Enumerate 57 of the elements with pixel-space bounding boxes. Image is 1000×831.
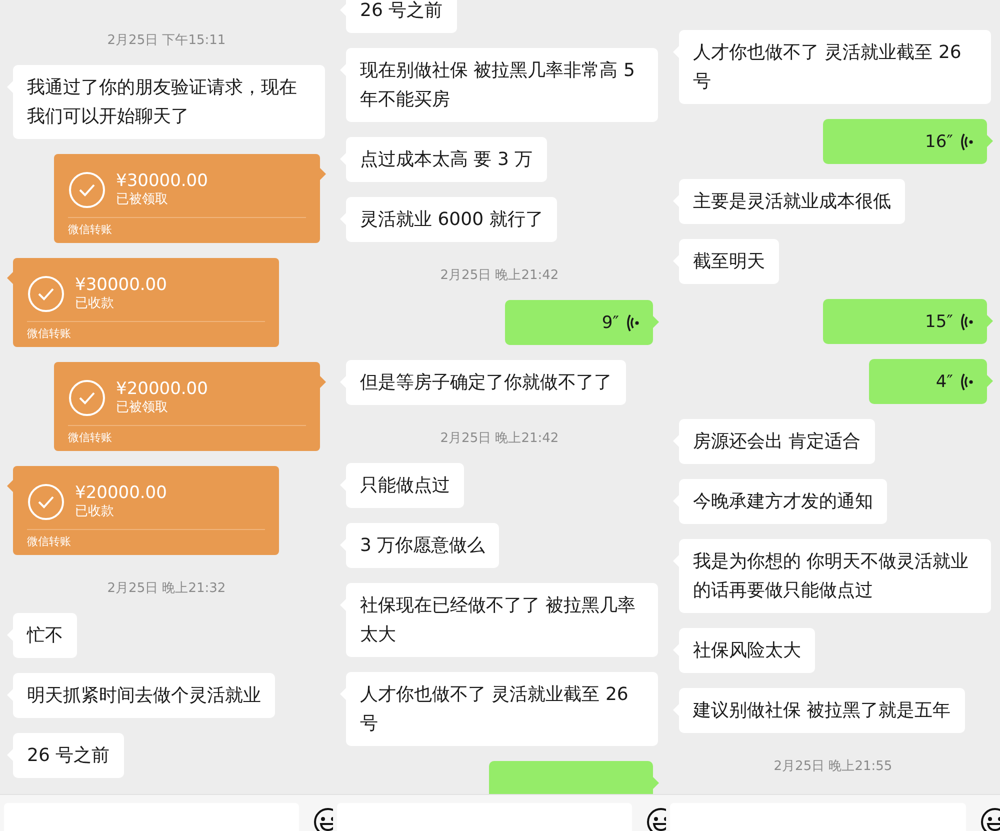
message-bubble: 人才你也做不了 灵活就业截至 26 号 [346,672,658,746]
voice-message[interactable]: 9″ [505,300,653,345]
check-circle-icon [27,274,65,312]
voice-message[interactable] [489,761,653,794]
message-bubble: 3 万你愿意做么 [346,523,500,568]
message-bubble: 主要是灵活就业成本很低 [679,179,905,224]
message-bubble: 社保风险太大 [679,628,815,673]
message-bubble: 灵活就业 6000 就行了 [346,197,558,242]
timestamp: 2月25日 晚上21:42 [440,430,559,448]
bubble-tail [653,316,659,328]
transfer-status: 已收款 [75,294,115,312]
transfer-amount: ¥30000.00 [116,170,208,190]
message-bubble: 但是等房子确定了你就做不了了 [346,360,626,405]
check-circle-icon [68,378,106,416]
bubble-tail [987,375,993,387]
message-bubble: 今晚承建方才发的通知 [679,479,887,524]
message-bubble: 房源还会出 肯定适合 [679,419,875,464]
message-bubble: 现在别做社保 被拉黑几率非常高 5 年不能买房 [346,48,658,122]
bubble-tail [987,315,993,327]
transfer-label: 微信转账 [27,326,72,341]
voice-message[interactable]: 16″ [823,119,987,164]
transfer-status: 已被领取 [116,190,169,208]
message-bubble: 截至明天 [679,239,779,284]
transfer-label: 微信转账 [68,222,113,237]
voice-message[interactable]: 15″ [823,299,987,344]
timestamp: 2月25日 晚上21:32 [107,580,226,598]
sound-wave-icon [961,372,973,390]
transfer-amount: ¥20000.00 [75,482,167,502]
voice-message[interactable]: 4″ [869,359,987,404]
transfer-amount: ¥30000.00 [75,274,167,294]
transfer-status: 已收款 [75,502,115,520]
message-bubble: 点过成本太高 要 3 万 [346,137,547,182]
bubble-tail [320,168,326,180]
message-bubble: 忙不 [13,613,77,658]
message-bubble: 建议别做社保 被拉黑了就是五年 [679,688,965,733]
sound-wave-icon [961,312,973,330]
transfer-amount: ¥20000.00 [116,378,208,398]
bubble-tail [320,376,326,388]
timestamp: 2月25日 下午15:11 [107,32,226,50]
sound-wave-icon [961,132,973,150]
transfer-label: 微信转账 [68,430,113,445]
transfer-label: 微信转账 [27,534,72,549]
bubble-tail [987,135,993,147]
message-bubble: 人才你也做不了 灵活就业截至 26 号 [679,30,991,104]
message-bubble: 明天抓紧时间去做个灵活就业 [13,673,275,718]
check-circle-icon [68,170,106,208]
message-bubble: 我是为你想的 你明天不做灵活就业的话再要做只能做点过 [679,539,991,613]
message-bubble: 只能做点过 [346,463,464,508]
sound-wave-icon [627,314,639,332]
timestamp: 2月25日 晚上21:55 [774,758,892,776]
message-bubble: 社保现在已经做不了了 被拉黑几率太大 [346,583,658,657]
check-circle-icon [27,482,65,520]
timestamp: 2月25日 晚上21:42 [440,267,559,285]
transfer-status: 已被领取 [116,398,169,416]
message-bubble: 我通过了你的朋友验证请求，现在我们可以开始聊天了 [13,65,325,139]
message-bubble: 26 号之前 [346,0,457,33]
message-bubble: 26 号之前 [13,733,124,778]
